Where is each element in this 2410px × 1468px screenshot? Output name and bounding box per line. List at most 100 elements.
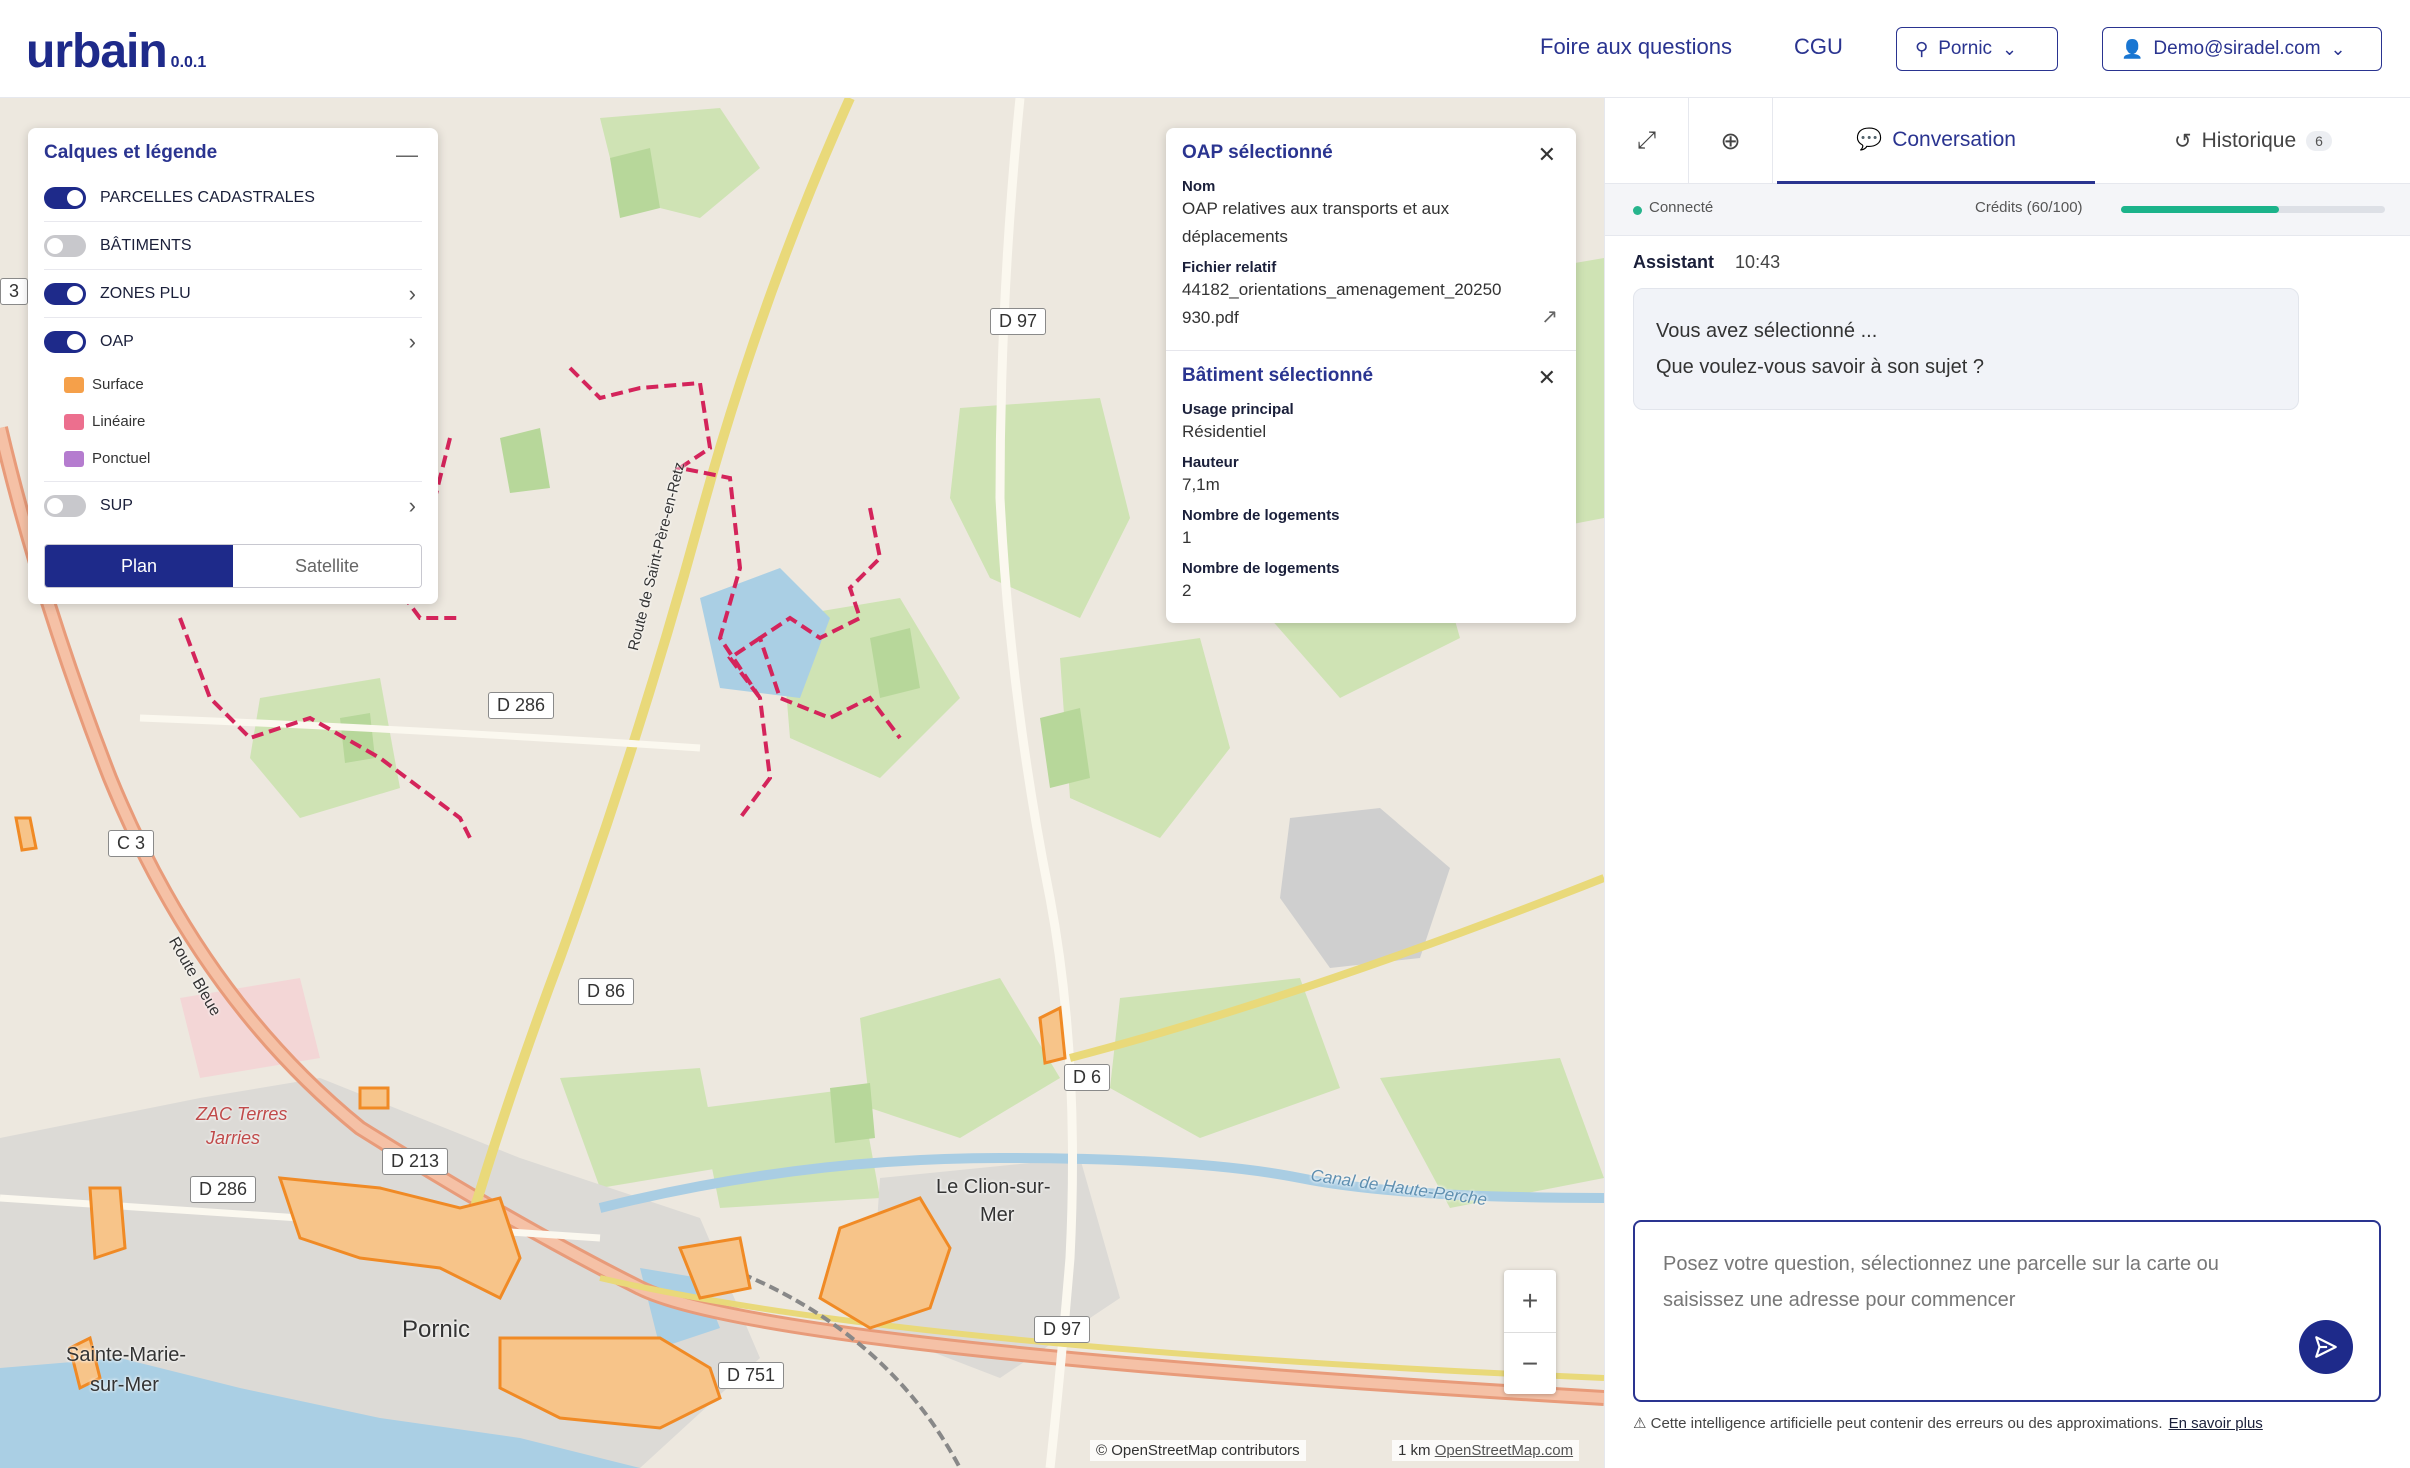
info-value: OAP relatives aux transports et aux dépl… bbox=[1182, 199, 1450, 246]
layers-panel: Calques et légende — PARCELLES CADASTRAL… bbox=[28, 128, 438, 604]
oap-info-section: OAP sélectionné ✕ Nom OAP relatives aux … bbox=[1166, 128, 1576, 350]
faq-link[interactable]: Foire aux questions bbox=[1540, 34, 1732, 60]
layer-row-sup[interactable]: SUP › bbox=[44, 482, 422, 530]
app-version: 0.0.1 bbox=[170, 54, 207, 71]
road-label: D 286 bbox=[190, 1176, 257, 1203]
status-bar: Connecté Crédits (60/100) bbox=[1605, 184, 2410, 236]
legend-swatch bbox=[64, 376, 84, 393]
message-line: Que voulez-vous savoir à son sujet ? bbox=[1656, 356, 1984, 378]
send-icon bbox=[2315, 1336, 2337, 1358]
place-label: sur-Mer bbox=[90, 1374, 159, 1396]
oap-legend: Surface Linéaire Ponctuel bbox=[44, 366, 422, 482]
layer-label: SUP bbox=[100, 497, 133, 514]
legend-swatch bbox=[64, 450, 84, 467]
new-chat-icon[interactable]: ⊕ bbox=[1689, 98, 1773, 184]
info-value: 2 bbox=[1182, 581, 1192, 600]
info-value: 1 bbox=[1182, 528, 1192, 547]
chat-input[interactable] bbox=[1637, 1224, 2277, 1394]
zoom-controls: + − bbox=[1504, 1270, 1556, 1394]
basemap-satellite-button[interactable]: Satellite bbox=[233, 545, 421, 587]
place-label: Mer bbox=[980, 1204, 1015, 1226]
cgu-link[interactable]: CGU bbox=[1794, 34, 1843, 60]
chevron-down-icon: ⌄ bbox=[2330, 38, 2346, 59]
message-meta: Assistant 10:43 bbox=[1633, 252, 1780, 273]
credits-progress bbox=[2121, 206, 2385, 213]
road-label: 3 bbox=[0, 278, 29, 305]
app-logo[interactable]: urbain 0.0.1 bbox=[26, 24, 206, 79]
history-icon: ↺ bbox=[2174, 129, 2192, 153]
external-link-icon[interactable]: ↗ bbox=[1541, 304, 1558, 329]
legend-item-surface: Surface bbox=[44, 366, 422, 403]
place-label: Sainte-Marie- bbox=[66, 1344, 187, 1366]
learn-more-link[interactable]: En savoir plus bbox=[2169, 1415, 2263, 1432]
chevron-down-icon: ⌄ bbox=[2002, 38, 2018, 59]
chat-composer bbox=[1633, 1220, 2381, 1402]
message-line: Vous avez sélectionné ... bbox=[1656, 320, 1878, 342]
info-value: Résidentiel bbox=[1182, 422, 1267, 441]
location-pin-icon: ⚲ bbox=[1915, 38, 1929, 59]
road-label: D 86 bbox=[578, 978, 635, 1005]
expand-icon[interactable]: ⤢ bbox=[1605, 98, 1689, 184]
layer-label: ZONES PLU bbox=[100, 284, 191, 302]
map-attribution[interactable]: © OpenStreetMap contributors bbox=[1090, 1440, 1306, 1461]
toggle-parcelles[interactable] bbox=[44, 186, 86, 209]
toggle-batiments[interactable] bbox=[44, 234, 86, 257]
chat-bubble-icon: 💬 bbox=[1856, 127, 1883, 151]
legend-swatch bbox=[64, 413, 84, 430]
scale-link[interactable]: OpenStreetMap.com bbox=[1435, 1442, 1573, 1459]
user-menu[interactable]: 👤 Demo@siradel.com ⌄ bbox=[2102, 27, 2382, 71]
zoom-in-button[interactable]: + bbox=[1504, 1270, 1556, 1332]
assistant-message: Vous avez sélectionné ... Que voulez-vou… bbox=[1633, 288, 2299, 410]
map-canvas[interactable]: D 97 D 286 C 3 D 86 D 6 D 213 D 286 D 97… bbox=[0, 98, 1604, 1468]
warning-icon: ⚠ bbox=[1633, 1415, 1647, 1432]
location-select[interactable]: ⚲ Pornic ⌄ bbox=[1896, 27, 2058, 71]
message-time: 10:43 bbox=[1735, 252, 1781, 272]
layer-row-batiments[interactable]: BÂTIMENTS bbox=[44, 222, 422, 270]
close-icon[interactable]: ✕ bbox=[1538, 365, 1556, 391]
place-label: Le Clion-sur- bbox=[936, 1176, 1051, 1198]
layer-row-zones-plu[interactable]: ZONES PLU › bbox=[44, 270, 422, 318]
history-count-badge: 6 bbox=[2306, 131, 2332, 151]
toggle-oap[interactable] bbox=[44, 331, 86, 353]
toggle-zones-plu[interactable] bbox=[44, 282, 86, 305]
panel-tabs: ⤢ ⊕ 💬 Conversation ↺ Historique 6 bbox=[1605, 98, 2410, 184]
send-button[interactable] bbox=[2299, 1320, 2353, 1374]
chevron-right-icon[interactable]: › bbox=[409, 329, 416, 355]
layer-label: OAP bbox=[100, 333, 134, 350]
info-label: Nom bbox=[1182, 178, 1216, 195]
map-scale: 1 km OpenStreetMap.com bbox=[1392, 1440, 1580, 1461]
toggle-sup[interactable] bbox=[44, 495, 86, 517]
info-label: Nombre de logements bbox=[1182, 560, 1340, 577]
basemap-switch: Plan Satellite bbox=[44, 544, 422, 588]
place-label-zac: Jarries bbox=[206, 1128, 261, 1148]
layer-row-oap[interactable]: OAP › bbox=[44, 318, 422, 366]
info-label: Nombre de logements bbox=[1182, 507, 1340, 524]
close-icon[interactable]: ✕ bbox=[1538, 142, 1556, 168]
info-value: 7,1m bbox=[1182, 475, 1220, 494]
status-dot bbox=[1633, 206, 1642, 215]
batiment-info-section: Bâtiment sélectionné ✕ Usage principal R… bbox=[1166, 350, 1576, 623]
batiment-info-title: Bâtiment sélectionné bbox=[1182, 365, 1374, 386]
minimize-icon[interactable]: — bbox=[396, 142, 418, 168]
credits-progress-fill bbox=[2121, 206, 2280, 213]
selection-info-panel: OAP sélectionné ✕ Nom OAP relatives aux … bbox=[1166, 128, 1576, 623]
road-label: D 213 bbox=[382, 1148, 449, 1175]
place-label-pornic: Pornic bbox=[402, 1316, 471, 1343]
tab-historique[interactable]: ↺ Historique 6 bbox=[2095, 98, 2410, 184]
layer-row-parcelles[interactable]: PARCELLES CADASTRALES bbox=[44, 174, 422, 222]
oap-info-title: OAP sélectionné bbox=[1182, 142, 1333, 163]
zoom-out-button[interactable]: − bbox=[1504, 1332, 1556, 1394]
info-label: Usage principal bbox=[1182, 401, 1294, 418]
info-label: Fichier relatif bbox=[1182, 259, 1277, 276]
file-link[interactable]: 44182_orientations_amenagement_20250930.… bbox=[1182, 276, 1560, 332]
chevron-right-icon[interactable]: › bbox=[409, 493, 416, 519]
credits-label: Crédits (60/100) bbox=[1975, 199, 2083, 216]
chevron-right-icon[interactable]: › bbox=[409, 281, 416, 307]
road-label: D 97 bbox=[990, 308, 1047, 335]
message-author: Assistant bbox=[1633, 252, 1715, 272]
tab-conversation[interactable]: 💬 Conversation bbox=[1777, 98, 2095, 184]
location-select-value: Pornic bbox=[1938, 38, 1993, 59]
road-label: D 97 bbox=[1034, 1316, 1091, 1343]
basemap-plan-button[interactable]: Plan bbox=[45, 545, 233, 587]
road-label: D 751 bbox=[718, 1362, 785, 1389]
